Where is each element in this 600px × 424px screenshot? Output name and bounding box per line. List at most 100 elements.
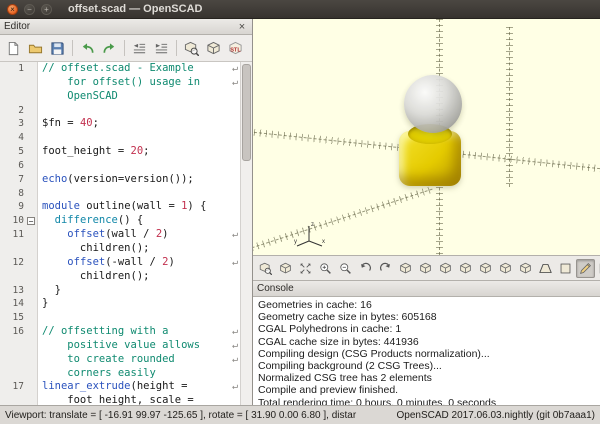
code-text <box>38 104 42 118</box>
3d-viewport[interactable]: z x y <box>253 19 600 256</box>
code-row[interactable]: 6 <box>0 159 240 173</box>
fold-marker-icon[interactable] <box>27 214 38 228</box>
code-row[interactable]: 16// offsetting with a↵ <box>0 325 240 339</box>
export-stl-button[interactable]: STL <box>225 38 246 59</box>
line-number <box>0 367 27 381</box>
view-left-button[interactable] <box>456 259 475 278</box>
zoom-all-button[interactable] <box>296 259 315 278</box>
line-number: 5 <box>0 145 27 159</box>
view-render-button[interactable] <box>276 259 295 278</box>
code-row[interactable]: 14} <box>0 297 240 311</box>
toggle-editor-button[interactable] <box>576 259 595 278</box>
code-row[interactable]: children(); <box>0 242 240 256</box>
code-row[interactable]: 4 <box>0 131 240 145</box>
code-row[interactable]: corners easily <box>0 367 240 381</box>
code-row[interactable]: 13 } <box>0 284 240 298</box>
new-file-button[interactable] <box>3 38 24 59</box>
line-number: 1 <box>0 62 27 76</box>
rotate-right-button[interactable] <box>376 259 395 278</box>
redo-icon <box>102 41 117 56</box>
wrap-marker-icon: ↵ <box>232 228 240 242</box>
fold-margin <box>27 311 38 325</box>
console-output[interactable]: Geometries in cache: 16Geometry cache si… <box>253 297 600 405</box>
open-file-button[interactable] <box>25 38 46 59</box>
code-row[interactable]: foot_height, scale = <box>0 394 240 405</box>
zoom-out-button[interactable] <box>336 259 355 278</box>
code-row[interactable]: 10 difference() { <box>0 214 240 228</box>
render-button[interactable] <box>203 38 224 59</box>
code-editor[interactable]: 1// offset.scad - Example↵ for offset() … <box>0 62 252 405</box>
console-line: Compiling design (CSG Products normaliza… <box>258 348 595 360</box>
unindent-button[interactable] <box>129 38 150 59</box>
preview-icon <box>184 41 199 56</box>
view-right-button[interactable] <box>396 259 415 278</box>
code-text <box>38 187 42 201</box>
line-number: 4 <box>0 131 27 145</box>
code-text <box>38 311 42 325</box>
perspective-button[interactable] <box>536 259 555 278</box>
rotate-left-button[interactable] <box>356 259 375 278</box>
code-row[interactable]: 5 foot_height = 20; <box>0 145 240 159</box>
fold-margin <box>27 242 38 256</box>
editor-dock: Editor × STL 1// offset.scad - Example↵ … <box>0 19 253 405</box>
main-area: Editor × STL 1// offset.scad - Example↵ … <box>0 19 600 405</box>
window-close-button[interactable]: × <box>7 4 18 15</box>
zoom-out-icon <box>339 262 352 275</box>
console-dock-header[interactable]: Console <box>253 281 600 297</box>
code-row[interactable]: positive value allows↵ <box>0 339 240 353</box>
save-button[interactable] <box>47 38 68 59</box>
code-row[interactable]: 11 offset(wall / 2)↵ <box>0 228 240 242</box>
code-row[interactable]: 12 offset(-wall / 2)↵ <box>0 256 240 270</box>
code-text: offset(-wall / 2) <box>38 256 175 270</box>
console-dock: Console Geometries in cache: 16Geometry … <box>253 281 600 405</box>
toggle-editor-icon <box>579 262 592 275</box>
fold-margin <box>27 76 38 90</box>
toggle-console-button[interactable] <box>596 259 600 278</box>
code-row[interactable]: 17linear_extrude(height =↵ <box>0 380 240 394</box>
code-row[interactable]: 7echo(version=version()); <box>0 173 240 187</box>
indent-button[interactable] <box>151 38 172 59</box>
line-number <box>0 353 27 367</box>
code-row[interactable]: 9module outline(wall = 1) { <box>0 200 240 214</box>
status-bar: Viewport: translate = [ -16.91 99.97 -12… <box>0 405 600 424</box>
editor-close-icon[interactable]: × <box>236 21 248 33</box>
view-top-button[interactable] <box>416 259 435 278</box>
code-text: foot_height = 20; <box>38 145 150 159</box>
view-front-button[interactable] <box>476 259 495 278</box>
view-bottom-button[interactable] <box>436 259 455 278</box>
code-row[interactable]: 2 <box>0 104 240 118</box>
line-number <box>0 76 27 90</box>
code-row[interactable]: 8 <box>0 187 240 201</box>
editor-scrollbar-thumb[interactable] <box>242 64 251 161</box>
line-number: 3 <box>0 117 27 131</box>
titlebar[interactable]: × − + offset.scad — OpenSCAD <box>0 0 600 19</box>
code-row[interactable]: for offset() usage in↵ <box>0 76 240 90</box>
orthogonal-button[interactable] <box>556 259 575 278</box>
code-row[interactable]: 1// offset.scad - Example↵ <box>0 62 240 76</box>
view-preview-button[interactable] <box>256 259 275 278</box>
editor-scrollbar[interactable] <box>240 62 252 405</box>
editor-dock-header[interactable]: Editor × <box>0 19 252 35</box>
view-back-button[interactable] <box>496 259 515 278</box>
undo-button[interactable] <box>77 38 98 59</box>
zoom-in-button[interactable] <box>316 259 335 278</box>
window-minimize-button[interactable]: − <box>24 4 35 15</box>
wrap-marker-icon: ↵ <box>232 339 240 353</box>
code-row[interactable]: OpenSCAD <box>0 90 240 104</box>
code-row[interactable]: to create rounded↵ <box>0 353 240 367</box>
code-row[interactable]: 3$fn = 40; <box>0 117 240 131</box>
code-row[interactable]: children(); <box>0 270 240 284</box>
axis-ruler-diagonal <box>253 186 433 251</box>
window-maximize-button[interactable]: + <box>41 4 52 15</box>
view-diagonal-button[interactable] <box>516 259 535 278</box>
console-line: Geometry cache size in bytes: 605168 <box>258 311 595 323</box>
line-number <box>0 339 27 353</box>
code-row[interactable]: 15 <box>0 311 240 325</box>
redo-button[interactable] <box>99 38 120 59</box>
preview-button[interactable] <box>181 38 202 59</box>
code-area[interactable]: 1// offset.scad - Example↵ for offset() … <box>0 62 240 405</box>
line-number: 14 <box>0 297 27 311</box>
fold-margin <box>27 173 38 187</box>
code-text: } <box>38 297 48 311</box>
code-text: } <box>38 284 61 298</box>
